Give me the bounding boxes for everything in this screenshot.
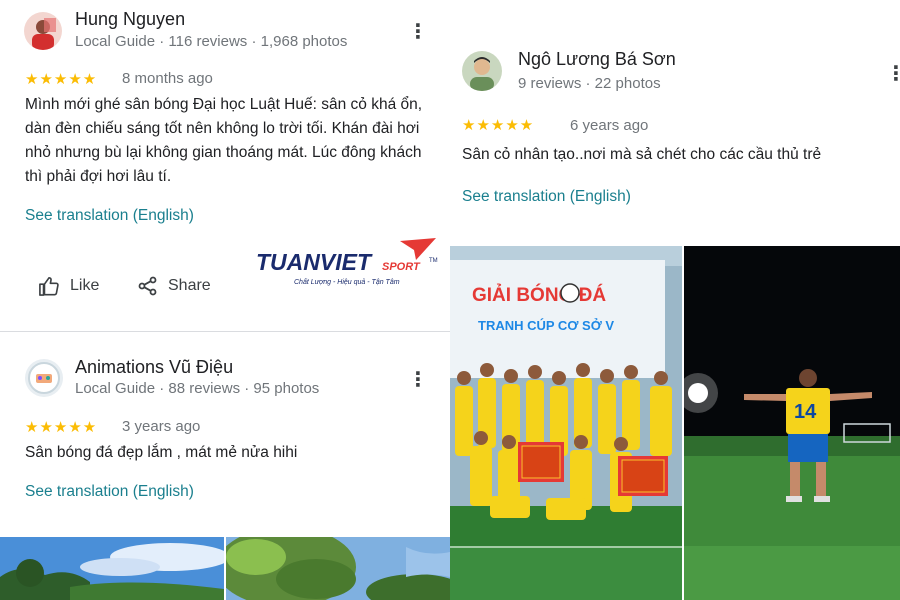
reviewer-name[interactable]: Ngô Lương Bá Sơn bbox=[518, 49, 676, 70]
share-button[interactable]: Share bbox=[138, 276, 211, 296]
star-rating: ★★★★★ bbox=[25, 71, 98, 88]
jersey-number: 14 bbox=[794, 401, 817, 423]
review-card: Ngô Lương Bá Sơn 9 reviews · 22 photos ⋮… bbox=[450, 0, 900, 245]
star-rating: ★★★★★ bbox=[462, 117, 535, 134]
logo-sub-text: SPORT bbox=[382, 261, 421, 273]
review-text: Mình mới ghé sân bóng Đại học Luật Huế: … bbox=[25, 96, 423, 185]
reviewer-meta: Local Guide · 88 reviews · 95 photos bbox=[75, 380, 320, 397]
review-text: Sân cỏ nhân tạo..nơi mà sả chét cho các … bbox=[462, 146, 822, 163]
banner-line2: TRANH CÚP CƠ SỞ V bbox=[478, 318, 614, 333]
see-translation-link[interactable]: See translation (English) bbox=[25, 483, 194, 501]
star-rating: ★★★★★ bbox=[25, 419, 98, 436]
reviewer-name[interactable]: Hung Nguyen bbox=[75, 9, 185, 30]
avatar[interactable] bbox=[462, 51, 502, 91]
share-label: Share bbox=[168, 277, 211, 294]
tuanviet-sport-logo: TUANVIET SPORT TM Chất Lượng - Hiệu quả … bbox=[254, 238, 444, 290]
more-options-icon[interactable]: ⋮ bbox=[886, 64, 900, 84]
like-button[interactable]: Like bbox=[38, 276, 99, 296]
reviewer-name[interactable]: Animations Vũ Điệu bbox=[75, 357, 233, 378]
avatar[interactable] bbox=[24, 12, 62, 50]
review-card: Animations Vũ Điệu Local Guide · 88 revi… bbox=[0, 340, 450, 540]
logo-brand-text: TUANVIET bbox=[256, 249, 373, 275]
review-time: 8 months ago bbox=[122, 70, 213, 87]
review-divider bbox=[0, 331, 450, 332]
review-time: 3 years ago bbox=[122, 418, 201, 435]
share-icon bbox=[138, 276, 157, 296]
logo-tm: TM bbox=[429, 258, 438, 264]
reviewer-meta: Local Guide · 116 reviews · 1,968 photos bbox=[75, 33, 348, 50]
see-translation-link[interactable]: See translation (English) bbox=[25, 207, 194, 225]
night-field-photo[interactable]: 14 bbox=[684, 246, 900, 600]
team-photo[interactable]: GIẢI BÓNG ĐÁ TRANH CÚP CƠ SỞ V bbox=[450, 246, 682, 600]
like-label: Like bbox=[70, 277, 100, 294]
reviewer-meta: 9 reviews · 22 photos bbox=[518, 75, 661, 92]
review-text: Sân bóng đá đẹp lắm , mát mẻ nửa hihi bbox=[25, 444, 298, 461]
review-photo[interactable] bbox=[0, 537, 224, 600]
more-options-icon[interactable]: ⋮ bbox=[408, 22, 428, 42]
banner-line1: GIẢI BÓNG ĐÁ bbox=[472, 284, 606, 306]
right-panel: Ngô Lương Bá Sơn 9 reviews · 22 photos ⋮… bbox=[450, 0, 900, 600]
more-options-icon[interactable]: ⋮ bbox=[408, 370, 428, 390]
avatar[interactable] bbox=[25, 359, 63, 397]
review-time: 6 years ago bbox=[570, 117, 649, 134]
left-panel: Hung Nguyen Local Guide · 116 reviews · … bbox=[0, 0, 450, 600]
see-translation-link[interactable]: See translation (English) bbox=[462, 188, 631, 206]
review-photo[interactable] bbox=[226, 537, 450, 600]
logo-tagline: Chất Lượng - Hiệu quả - Tận Tâm bbox=[294, 278, 400, 286]
thumbs-up-icon bbox=[39, 277, 59, 296]
